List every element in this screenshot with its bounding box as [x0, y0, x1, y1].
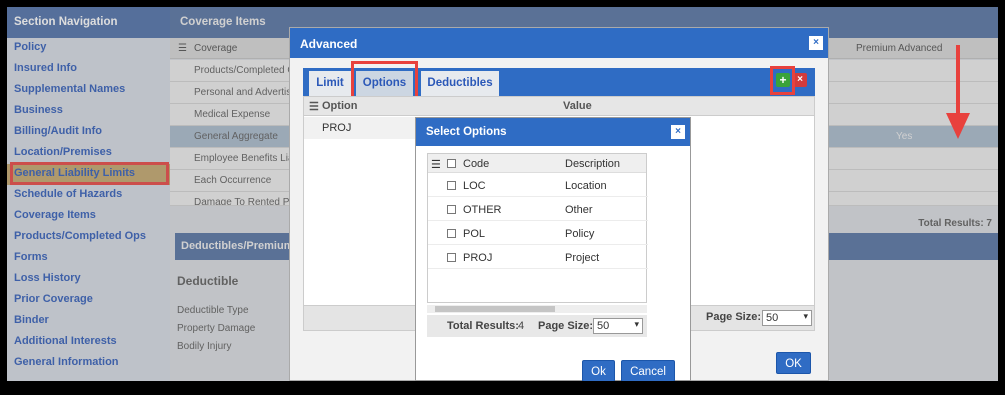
- total-results-value: 4: [518, 320, 525, 332]
- code-value: LOC: [463, 180, 486, 192]
- list-item[interactable]: OTHER Other: [428, 198, 648, 221]
- ok-button[interactable]: OK: [776, 352, 811, 374]
- cancel-button[interactable]: Cancel: [621, 360, 675, 381]
- description-column-header[interactable]: Description: [565, 158, 620, 170]
- modal-backdrop-left: [7, 7, 170, 381]
- app-frame: Section Navigation Policy Insured Info S…: [7, 7, 998, 381]
- description-value: Project: [565, 252, 600, 264]
- annotation-arrow-head: [946, 113, 970, 139]
- value-column-header[interactable]: Value: [563, 100, 592, 112]
- code-value: POL: [463, 228, 486, 240]
- select-grid-header: ☰ Code Description: [428, 154, 646, 173]
- annotation-arrow-shaft: [956, 45, 960, 117]
- page-size-select[interactable]: 50 ▾: [593, 318, 643, 334]
- close-icon[interactable]: ×: [809, 36, 823, 50]
- close-icon[interactable]: ×: [671, 125, 685, 139]
- select-grid-footer: Total Results: 4 Page Size: 50 ▾: [427, 315, 647, 337]
- page-size-value: 50: [766, 312, 779, 324]
- menu-icon[interactable]: ☰: [309, 100, 319, 113]
- horizontal-scrollbar[interactable]: [427, 305, 647, 313]
- page-size-select[interactable]: 50 ▾: [762, 310, 812, 326]
- select-options-grid: ☰ Code Description LOC Location OTHER Ot…: [427, 153, 648, 303]
- list-item[interactable]: LOC Location: [428, 174, 648, 197]
- total-results-label: Total Results:: [447, 320, 519, 332]
- code-column-header[interactable]: Code: [463, 158, 489, 170]
- page-size-value: 50: [597, 320, 610, 332]
- row-checkbox[interactable]: [447, 205, 456, 214]
- row-checkbox[interactable]: [447, 253, 456, 262]
- options-grid-header: ☰ Option Value: [304, 97, 814, 116]
- description-value: Other: [565, 204, 593, 216]
- tab-deductibles[interactable]: Deductibles: [421, 71, 499, 96]
- scrollbar-thumb[interactable]: [435, 306, 555, 312]
- advanced-dialog-header: Advanced ×: [290, 28, 828, 58]
- description-value: Location: [565, 180, 607, 192]
- delete-icon[interactable]: ×: [793, 73, 807, 87]
- select-options-header: Select Options ×: [416, 118, 690, 146]
- ok-button[interactable]: Ok: [582, 360, 615, 381]
- chevron-down-icon: ▾: [803, 311, 808, 321]
- advanced-dialog-title: Advanced: [300, 37, 358, 51]
- row-checkbox[interactable]: [447, 181, 456, 190]
- code-value: PROJ: [463, 252, 493, 264]
- option-value: PROJ: [322, 122, 352, 134]
- menu-icon[interactable]: ☰: [431, 158, 441, 171]
- select-all-checkbox[interactable]: [447, 159, 456, 168]
- description-value: Policy: [565, 228, 595, 240]
- select-options-title: Select Options: [426, 126, 507, 138]
- select-options-dialog: Select Options × ☰ Code Description LOC …: [415, 117, 691, 381]
- list-item[interactable]: PROJ Project: [428, 246, 648, 269]
- option-column-header[interactable]: Option: [322, 100, 357, 112]
- code-value: OTHER: [463, 204, 502, 216]
- tab-limit[interactable]: Limit: [309, 71, 351, 96]
- list-item[interactable]: POL Policy: [428, 222, 648, 245]
- page-size-label: Page Size:: [706, 311, 762, 323]
- page-size-label: Page Size:: [538, 320, 594, 332]
- chevron-down-icon: ▾: [634, 319, 639, 329]
- row-checkbox[interactable]: [447, 229, 456, 238]
- add-button-highlight: [770, 66, 795, 95]
